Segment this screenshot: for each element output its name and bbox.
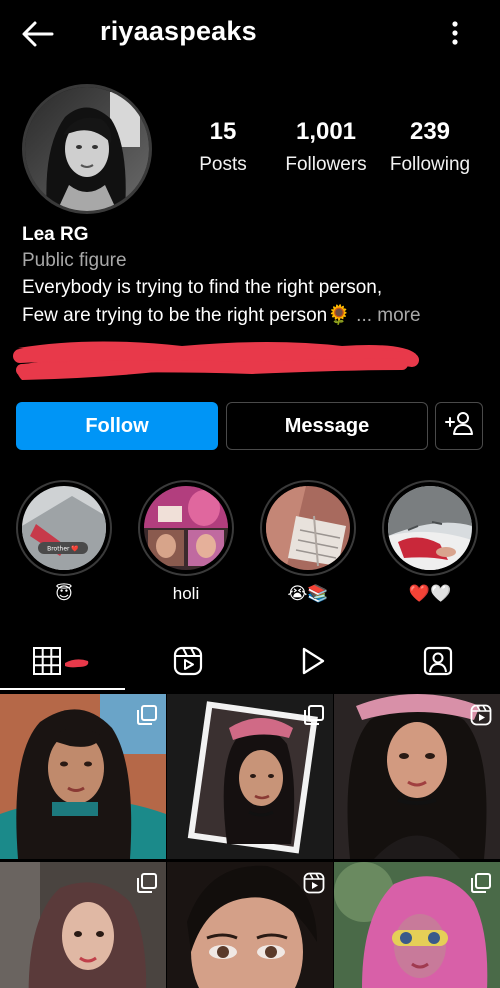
carousel-icon [136,704,158,726]
bio-line-2: Few are trying to be the right person🌻 .… [22,303,421,327]
reels-icon [173,646,203,681]
post-thumbnail[interactable] [167,694,333,859]
bio-more-link[interactable]: ... more [351,305,420,326]
tab-reels[interactable] [125,636,250,690]
highlight-cover [266,486,350,570]
followers-stat[interactable]: 1,001 Followers [278,118,374,176]
posts-stat: 15 Posts [186,118,260,176]
reels-icon [303,872,325,894]
carousel-icon [303,704,325,726]
add-person-icon [445,410,473,442]
profile-avatar[interactable] [22,84,152,214]
profile-username: riyaaspeaks [100,16,257,46]
post-thumbnail[interactable] [167,862,333,988]
post-thumbnail[interactable] [0,862,166,988]
highlight-cover [388,486,472,570]
highlight-cover: Brother ❤️ [22,486,106,570]
highlight-ring [260,480,356,576]
followers-count: 1,001 [295,118,357,145]
tab-videos[interactable] [250,636,375,690]
carousel-icon [470,872,492,894]
posts-grid [0,694,500,988]
story-highlight[interactable]: ❤️🤍 [382,480,478,604]
bio-line-1: Everybody is trying to find the right pe… [22,277,383,298]
add-person-button[interactable] [435,402,483,450]
carousel-icon [136,872,158,894]
story-highlight[interactable]: Brother ❤️ 😇 [16,480,112,604]
highlight-ring [382,480,478,576]
active-tab-indicator [0,688,125,690]
highlight-ring [138,480,234,576]
tab-posts-grid[interactable] [0,636,125,690]
message-button[interactable]: Message [226,402,428,450]
post-thumbnail[interactable] [334,862,500,988]
sunflower-emoji: 🌻 [327,305,351,326]
reels-icon [470,704,492,726]
posts-label: Posts [199,154,247,175]
redaction-scribble [12,334,422,386]
grid-icon [32,645,94,682]
tab-tagged[interactable] [375,636,500,690]
following-label: Following [389,154,471,175]
highlight-ring: Brother ❤️ [16,480,112,576]
story-highlight[interactable]: 😭📚 [260,480,356,604]
follow-button[interactable]: Follow [16,402,218,450]
following-count: 239 [409,118,451,145]
highlight-label: ❤️🤍 [408,584,452,603]
tagged-person-icon [423,646,453,681]
highlight-sticker-text: Brother ❤️ [47,545,79,553]
followers-label: Followers [285,154,367,175]
vertical-ellipsis-icon[interactable] [440,16,470,52]
highlight-cover [144,486,228,570]
highlight-label: 😇 [55,584,73,603]
story-highlight[interactable]: holi [138,480,234,604]
posts-count: 15 [209,118,237,145]
profile-name: Lea RG [22,224,89,245]
highlight-label: 😭📚 [287,584,329,603]
highlight-label: holi [172,584,200,603]
top-bar: riyaaspeaks [0,0,500,64]
profile-category: Public figure [22,250,127,271]
post-thumbnail[interactable] [0,694,166,859]
play-icon [299,646,327,681]
following-stat[interactable]: 239 Following [384,118,476,176]
bio-line-2-text: Few are trying to be the right person [22,305,328,326]
arrow-left-icon[interactable] [18,16,58,52]
post-thumbnail[interactable] [334,694,500,859]
